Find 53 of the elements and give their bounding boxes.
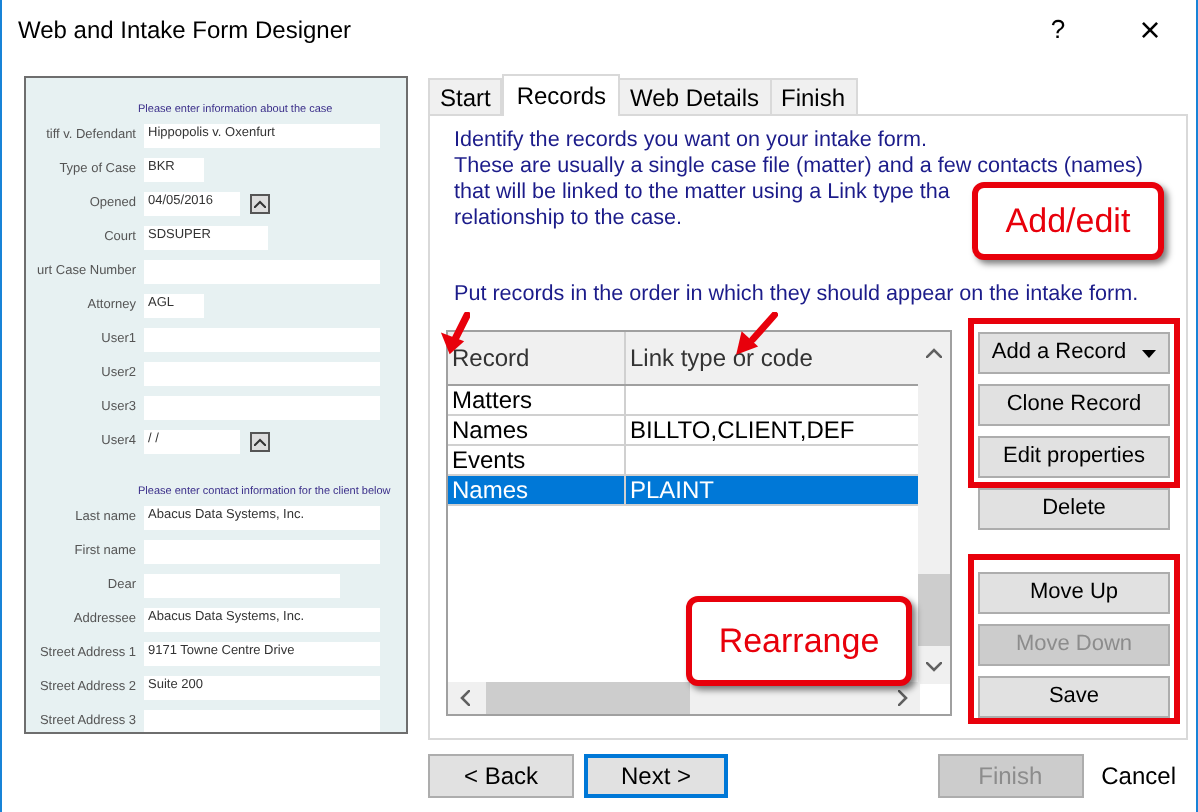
caret-icon — [1142, 349, 1157, 357]
table-row[interactable]: Names BILLTO,CLIENT,DEF — [448, 416, 920, 446]
scroll-up-icon[interactable] — [926, 348, 942, 358]
table-row[interactable]: Events — [448, 446, 920, 476]
selected-row[interactable]: Names PLAINT — [448, 476, 920, 506]
record-button[interactable]: Save — [978, 676, 1170, 718]
tab[interactable]: Records — [502, 74, 621, 116]
table-cell: Events — [448, 446, 626, 474]
close-button[interactable]: × — [1104, 0, 1196, 60]
tab[interactable]: Start — [428, 78, 503, 114]
record-button[interactable]: Add a Record — [978, 332, 1170, 374]
tab[interactable]: Finish — [769, 78, 858, 114]
footer-button[interactable]: < Back — [428, 754, 574, 798]
help-button[interactable]: ? — [1012, 0, 1104, 60]
instruction-text: These are usually a single case file (matter) and a few contacts (names) — [454, 154, 1143, 180]
table-cell: Names — [448, 416, 626, 444]
input-field[interactable] — [144, 361, 380, 386]
order-hint: Put records in the order in which they should appear on the intake form. — [454, 282, 1141, 308]
input-field[interactable] — [144, 327, 380, 352]
instruction-text: Identify the records you want on your intake form. — [454, 128, 927, 154]
tab[interactable]: Web Details — [618, 78, 772, 114]
spin-button[interactable] — [250, 431, 270, 452]
column-header[interactable]: Link type or code — [626, 332, 920, 384]
record-button[interactable]: Edit properties — [978, 436, 1170, 478]
caret-up-icon — [254, 199, 266, 208]
record-button[interactable]: Move Up — [978, 572, 1170, 614]
footer-button[interactable]: Next > — [584, 754, 728, 798]
callout-label: Add/edit — [972, 182, 1164, 260]
spin-button[interactable] — [250, 193, 270, 214]
scroll-thumb[interactable] — [486, 682, 690, 714]
window-title: Web and Intake Form Designer — [18, 14, 352, 48]
scroll-right-icon[interactable] — [898, 690, 908, 706]
scroll-thumb[interactable] — [918, 574, 950, 646]
table-cell-text: BILLTO,CLIENT,DEF — [628, 416, 857, 444]
input-field[interactable] — [144, 710, 380, 732]
record-button[interactable]: Delete — [978, 488, 1170, 530]
input-field[interactable] — [144, 540, 380, 564]
scroll-down-icon[interactable] — [926, 662, 942, 672]
table-cell: Names — [448, 476, 626, 504]
table-row[interactable]: Matters — [448, 386, 920, 416]
horizontal-scrollbar[interactable] — [448, 682, 920, 714]
instruction-text: that will be linked to the matter using a Link type tha — [454, 180, 950, 206]
input-field[interactable] — [144, 259, 380, 284]
table-cell: Matters — [448, 386, 626, 414]
cancel-link[interactable]: Cancel — [1101, 758, 1176, 794]
record-button[interactable]: Clone Record — [978, 384, 1170, 426]
input-field[interactable] — [144, 574, 340, 598]
table-cell-text: PLAINT — [628, 476, 717, 504]
caret-up-icon — [254, 437, 266, 446]
input-field[interactable] — [144, 395, 380, 420]
instruction-text: relationship to the case. — [454, 206, 683, 232]
scroll-left-icon[interactable] — [460, 690, 470, 706]
callout-label: Rearrange — [686, 596, 912, 686]
